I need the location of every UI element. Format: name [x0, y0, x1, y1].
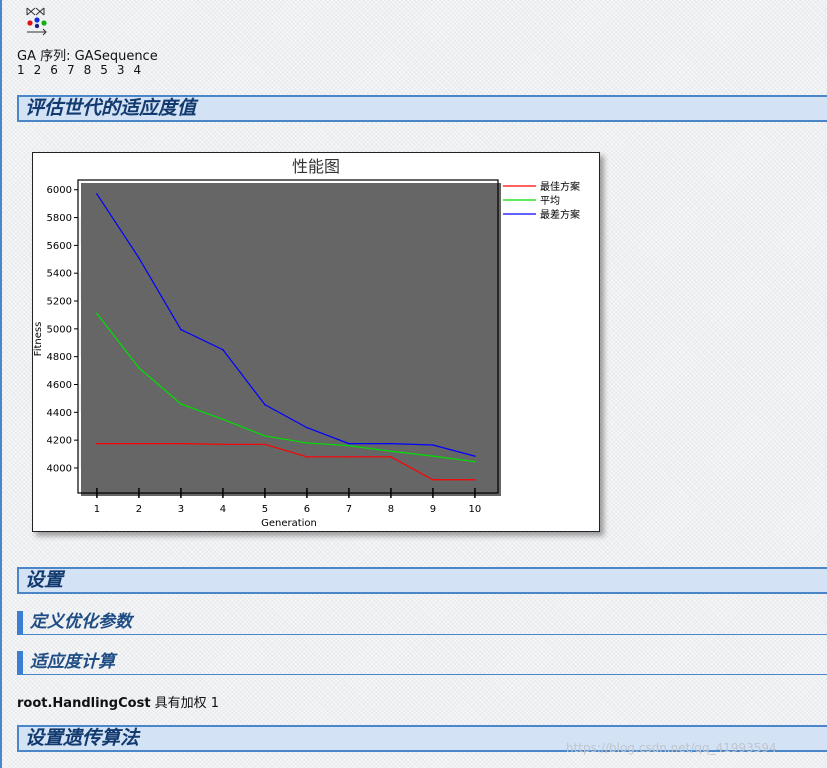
data-point: [264, 403, 266, 406]
data-point: [222, 348, 224, 351]
performance-chart-svg: 性能图 400042004400460048005000520054005600…: [33, 157, 580, 529]
performance-chart: 性能图 4000 4200 4400 4600 4800 5000 5200 5400 5600…: [32, 152, 600, 532]
y-axis-label: Fitness: [33, 322, 44, 357]
y-tick-label: 5200: [47, 297, 72, 308]
y-tick-label: 5800: [47, 213, 72, 224]
plot-shadow: [81, 183, 501, 496]
data-point: [348, 456, 350, 458]
x-tick-label: 7: [346, 504, 352, 515]
data-point: [306, 456, 308, 458]
page-left-rule: [0, 0, 2, 768]
x-tick-label: 3: [178, 504, 184, 515]
section-fitness-values: 评估世代的适应度值: [17, 95, 827, 122]
section-settings: 设置: [17, 567, 827, 594]
data-point: [390, 450, 392, 453]
data-point: [222, 443, 224, 446]
chart-title: 性能图: [292, 157, 340, 176]
y-tick-label: 4600: [47, 380, 72, 391]
data-point: [348, 444, 350, 447]
x-tick-label: 5: [262, 504, 268, 515]
data-point: [474, 478, 476, 481]
data-point: [474, 455, 476, 457]
genetic-algorithm-icon: [26, 7, 47, 36]
data-point: [390, 442, 392, 445]
data-point: [222, 418, 224, 421]
data-point: [264, 435, 266, 437]
data-point: [432, 478, 434, 481]
legend-label: 最差方案: [540, 208, 580, 221]
data-point: [96, 442, 98, 445]
data-point: [474, 460, 476, 463]
data-point: [264, 443, 266, 446]
legend-label: 平均: [540, 195, 560, 207]
fitness-weight-line: root.HandlingCost 具有加权 1: [17, 692, 219, 711]
data-point: [180, 403, 182, 405]
data-point: [138, 257, 140, 259]
x-tick-label: 2: [136, 504, 142, 515]
data-point: [348, 442, 350, 445]
ga-sequence-label: GA 序列: GASequence: [17, 49, 158, 64]
watermark-text: https://blog.csdn.net/qq_41993594: [566, 741, 777, 755]
weight-variable-text: 具有加权 1: [150, 696, 220, 711]
y-tick-label: 4000: [47, 463, 72, 474]
data-point: [96, 193, 98, 195]
data-point: [180, 442, 182, 445]
subsection-define-parameters: 定义优化参数: [17, 611, 827, 635]
ga-sequence-values: 1 2 6 7 8 5 3 4: [17, 63, 144, 77]
y-tick-label: 5600: [47, 241, 72, 252]
data-point: [390, 456, 392, 458]
x-tick-label: 8: [388, 504, 394, 515]
y-tick-label: 4800: [47, 352, 72, 363]
data-point: [180, 328, 182, 331]
y-tick-label: 4400: [47, 408, 72, 419]
x-tick-label: 10: [469, 504, 482, 515]
x-tick-label: 9: [430, 504, 436, 515]
x-tick-label: 4: [220, 504, 226, 515]
x-tick-label: 6: [304, 504, 310, 515]
y-tick-label: 4200: [47, 436, 72, 447]
subsection-fitness-calculation: 适应度计算: [17, 651, 827, 675]
data-point: [138, 442, 140, 445]
weight-variable-name: root.HandlingCost: [17, 696, 151, 711]
data-point: [432, 455, 434, 457]
data-point: [432, 444, 434, 446]
legend-label: 最佳方案: [540, 180, 580, 193]
chart-legend: 最佳方案平均最差方案: [503, 180, 580, 221]
y-tick-label: 5000: [47, 324, 72, 335]
x-tick-label: 1: [94, 504, 100, 515]
data-point: [138, 367, 140, 369]
data-point: [306, 426, 308, 429]
data-point: [306, 442, 308, 444]
x-axis-label: Generation: [261, 518, 317, 529]
data-point: [96, 312, 98, 315]
y-tick-label: 6000: [47, 185, 72, 196]
y-axis: 4000 4200 4400 4600 4800 5000 5200 5400 5600 5800…: [47, 185, 78, 474]
y-tick-label: 5400: [47, 269, 72, 280]
